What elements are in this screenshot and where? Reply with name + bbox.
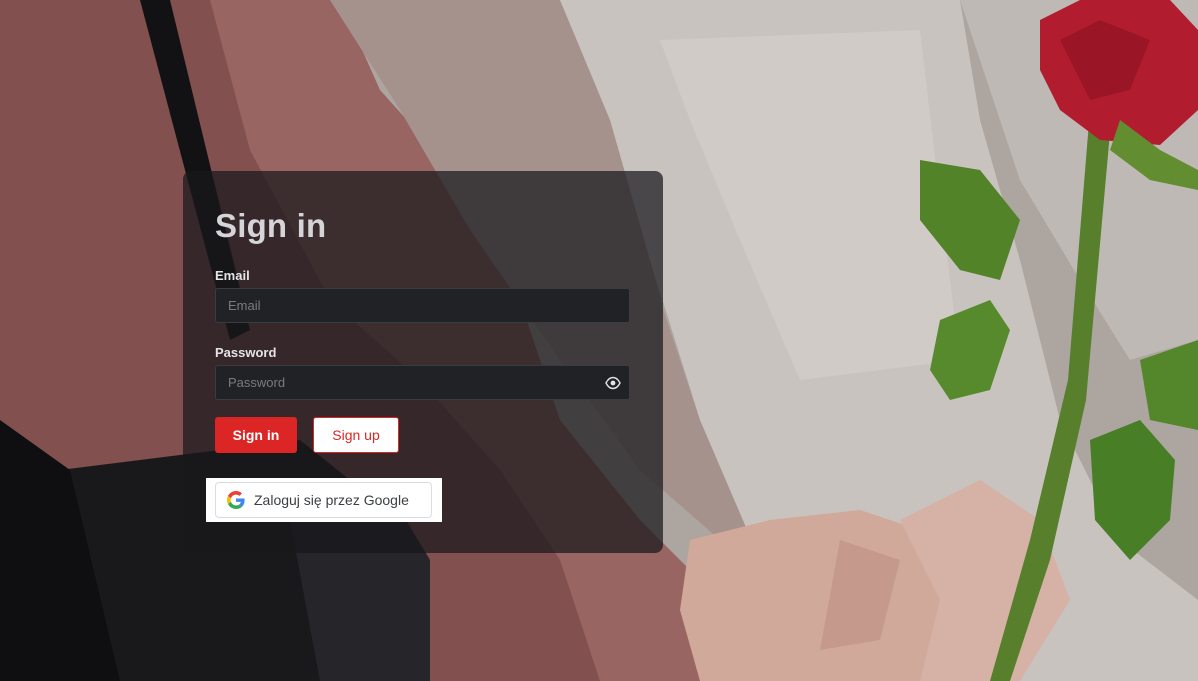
email-label: Email [215, 268, 250, 283]
sign-in-button[interactable]: Sign in [215, 417, 297, 453]
eye-icon[interactable] [605, 375, 621, 391]
google-sign-in-label: Zaloguj się przez Google [254, 492, 409, 508]
sign-up-button[interactable]: Sign up [313, 417, 399, 453]
sign-in-card: Sign in Email Password Sign in Sign up [183, 171, 663, 553]
google-sign-in-frame: Zaloguj się przez Google [206, 478, 442, 522]
password-input[interactable] [216, 366, 629, 399]
password-field-container [215, 365, 630, 400]
page-title: Sign in [215, 207, 327, 244]
password-label: Password [215, 345, 277, 360]
google-sign-in-button[interactable]: Zaloguj się przez Google [215, 482, 432, 518]
email-field-container [215, 288, 630, 323]
login-page: Sign in Email Password Sign in Sign up [0, 0, 1198, 681]
google-logo-icon [227, 491, 245, 509]
email-input[interactable] [216, 289, 629, 322]
